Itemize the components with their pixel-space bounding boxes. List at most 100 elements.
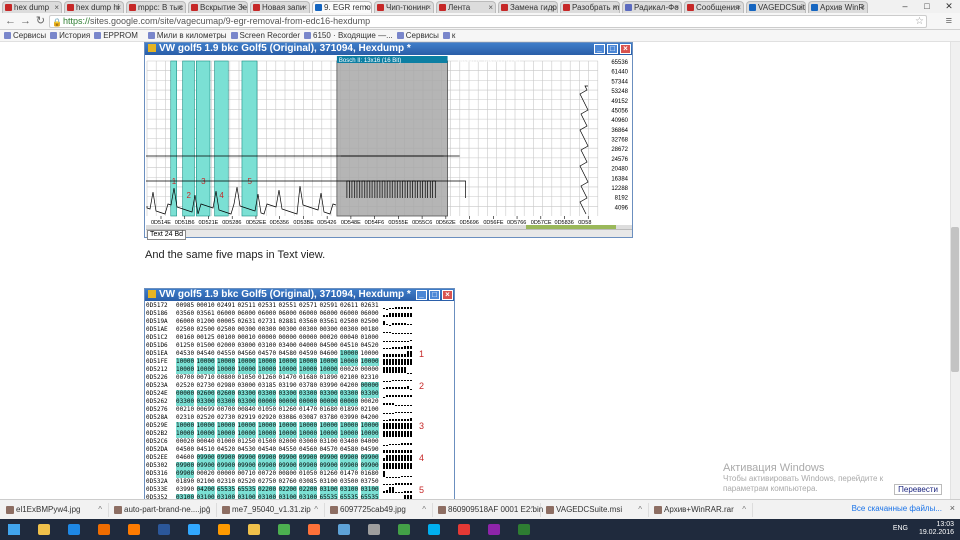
chevron-up-icon[interactable]: ^	[98, 503, 102, 517]
chevron-up-icon[interactable]: ^	[206, 503, 210, 517]
hex-cell[interactable]: 65535	[217, 486, 235, 494]
illustrator-icon[interactable]	[214, 521, 234, 538]
tab-11[interactable]: Сообщения ×	[684, 1, 744, 13]
hex-cell[interactable]: 00700	[176, 374, 194, 382]
hex-cell[interactable]: 00000	[176, 390, 194, 398]
hex-cell[interactable]: 10000	[340, 430, 358, 438]
hex-cell[interactable]: 03300	[237, 390, 256, 398]
translate-button[interactable]: Перевести	[894, 484, 942, 495]
hex-cell[interactable]: 02531	[258, 302, 276, 310]
hex-cell[interactable]: 01470	[299, 406, 317, 414]
hex-cell[interactable]: 03000	[299, 438, 317, 446]
tab-3[interactable]: Вскрытие Зe ×	[188, 1, 248, 13]
hex-cell[interactable]: 03300	[319, 390, 338, 398]
hex-cell[interactable]: 00300	[238, 326, 256, 334]
hex-cell[interactable]: 03300	[299, 390, 317, 398]
hex-cell[interactable]: 00040	[197, 438, 215, 446]
hex-cell[interactable]: 02520	[197, 414, 215, 422]
hex-cell[interactable]: 10000	[196, 430, 215, 438]
hex-cell[interactable]: 09900	[237, 454, 256, 462]
hex-cell[interactable]: 02611	[340, 302, 358, 310]
hex-cell[interactable]: 02000	[279, 438, 297, 446]
hex-cell[interactable]: 02310	[176, 414, 194, 422]
hex-cell[interactable]: 03400	[340, 438, 358, 446]
hex-cell[interactable]: 03100	[258, 342, 276, 350]
hex-cell[interactable]: 00020	[197, 470, 215, 478]
hex-cell[interactable]: 02881	[279, 318, 297, 326]
download-item[interactable]: el1ExBMPyw4.jpg ^	[5, 503, 109, 517]
hex-cell[interactable]: 00020	[361, 398, 379, 406]
hex-cell[interactable]: 65535	[237, 486, 256, 494]
photoshop-icon[interactable]	[184, 521, 204, 538]
hex-cell[interactable]: 00800	[217, 374, 235, 382]
hex-cell[interactable]: 10000	[258, 358, 276, 366]
hex-cell[interactable]: 03300	[176, 398, 194, 406]
map-highlight-3[interactable]	[195, 60, 211, 217]
hex-cell[interactable]: 03561	[197, 310, 215, 318]
hex-cell[interactable]: 03085	[299, 478, 317, 486]
tab-close-icon[interactable]: ×	[612, 2, 617, 13]
hex-cell[interactable]: 03185	[258, 382, 276, 390]
hex-cell[interactable]: 09900	[340, 454, 358, 462]
hex-cell[interactable]: 02731	[258, 318, 276, 326]
tab-4[interactable]: Новая запи ×	[250, 1, 310, 13]
chevron-up-icon[interactable]: ^	[530, 503, 534, 517]
hex-cell[interactable]: 09900	[196, 454, 215, 462]
hex-cell[interactable]: 04530	[238, 446, 256, 454]
tab-12[interactable]: VAGEDCSuite ×	[746, 1, 806, 13]
close-icon[interactable]: ×	[442, 290, 453, 300]
hex-cell[interactable]: 04500	[176, 446, 194, 454]
hex-cell[interactable]: 04200	[361, 414, 379, 422]
hex-cell[interactable]: 10000	[278, 422, 297, 430]
hex-cell[interactable]: 01470	[279, 374, 297, 382]
hex-cell[interactable]: 03561	[320, 318, 338, 326]
tab-7[interactable]: Лента ×	[436, 1, 496, 13]
hex-cell[interactable]: 03300	[278, 390, 297, 398]
hex-cell[interactable]: 00000	[279, 334, 297, 342]
hex-cell[interactable]: 03300	[196, 398, 215, 406]
hex-cell[interactable]: 10000	[319, 366, 338, 374]
tab-close-icon[interactable]: ×	[736, 2, 741, 13]
hex-cell[interactable]: 09900	[217, 462, 235, 470]
hex-cell[interactable]: 02310	[217, 478, 235, 486]
hex-cell[interactable]: 00000	[361, 366, 379, 374]
hex-cell[interactable]: 00699	[197, 406, 215, 414]
tab-5[interactable]: 9. EGR remov ×	[312, 1, 372, 13]
hex-cell[interactable]: 02500	[217, 326, 235, 334]
hex-cell[interactable]: 01250	[238, 438, 256, 446]
close-icon[interactable]: ×	[620, 44, 631, 54]
hex-cell[interactable]: 02000	[217, 342, 235, 350]
hex-cell[interactable]: 02631	[238, 318, 256, 326]
hex-cell[interactable]: 03000	[238, 342, 256, 350]
show-all-downloads-link[interactable]: Все скачанные файлы...	[852, 504, 942, 513]
hex-cell[interactable]: 00300	[279, 326, 297, 334]
hex-cell[interactable]: 10000	[361, 350, 379, 358]
hex-cell[interactable]: 03100	[320, 478, 338, 486]
chevron-up-icon[interactable]: ^	[742, 503, 746, 517]
hex-cell[interactable]: 03086	[279, 414, 297, 422]
hex-cell[interactable]: 06000	[340, 310, 358, 318]
tab-close-icon[interactable]: ×	[426, 2, 431, 13]
hex-cell[interactable]: 03190	[279, 382, 297, 390]
hex-cell[interactable]: 10000	[237, 358, 256, 366]
hex-cell[interactable]: 02980	[217, 382, 235, 390]
bookmark-item[interactable]: к	[442, 30, 455, 41]
download-item[interactable]: Архив+WinRAR.rar ^	[653, 503, 753, 517]
hex-cell[interactable]: 04000	[361, 438, 379, 446]
hex-cell[interactable]: 02310	[361, 374, 379, 382]
tab-close-icon[interactable]: ×	[302, 2, 307, 13]
hex-cell[interactable]: 10000	[299, 358, 317, 366]
orange-app-icon[interactable]	[94, 521, 114, 538]
hex-cell[interactable]: 00020	[320, 334, 338, 342]
hex-cell[interactable]: 03000	[238, 382, 256, 390]
hex-cell[interactable]: 00125	[197, 334, 215, 342]
hex-cell[interactable]: 10000	[217, 422, 235, 430]
back-arrow-icon[interactable]: ←	[4, 15, 17, 28]
hex-cell[interactable]: 01470	[340, 470, 358, 478]
address-bar[interactable]: 🔒 https://sites.google.com/site/vagecuma…	[49, 15, 927, 28]
hex-cell[interactable]: 00985	[176, 302, 194, 310]
winrar-icon[interactable]	[484, 521, 504, 538]
hex-cell[interactable]: 00840	[238, 406, 256, 414]
hex-cell[interactable]: 01680	[320, 406, 338, 414]
chevron-up-icon[interactable]: ^	[638, 503, 642, 517]
